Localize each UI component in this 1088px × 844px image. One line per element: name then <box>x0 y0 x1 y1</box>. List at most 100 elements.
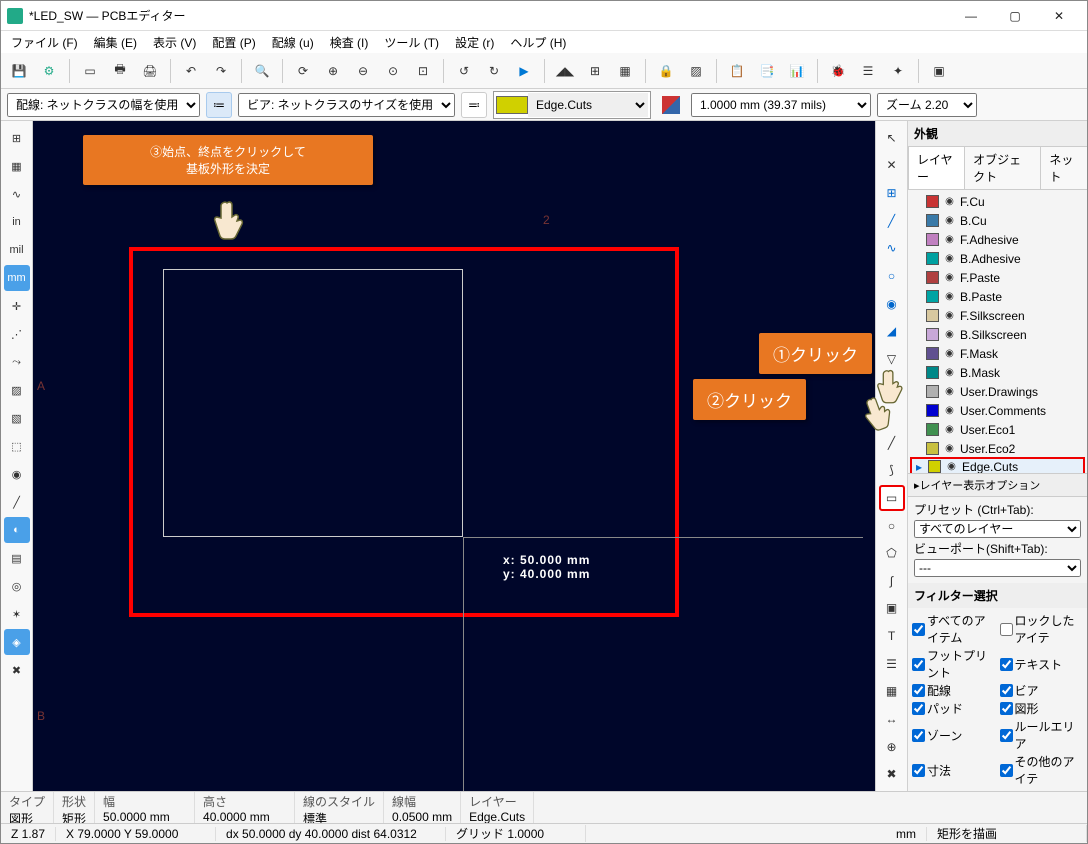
select-tool-icon[interactable]: ↖ <box>879 125 905 151</box>
filter-checkbox[interactable]: 配線 <box>912 682 996 699</box>
wrench-icon[interactable]: ✖ <box>4 657 30 683</box>
layer-row[interactable]: ◉F.Mask <box>908 344 1087 363</box>
layer-pair-icon[interactable] <box>657 91 685 119</box>
lock-icon[interactable]: 🔒 <box>652 57 680 85</box>
filter-checkbox[interactable]: ビア <box>1000 682 1084 699</box>
textbox-tool-icon[interactable]: ☰ <box>879 651 905 677</box>
menu-item[interactable]: ツール (T) <box>378 32 445 53</box>
image-tool-icon[interactable]: ▣ <box>879 596 905 622</box>
zoom-in-icon[interactable]: ⊕ <box>319 57 347 85</box>
diff-icon[interactable]: ✦ <box>884 57 912 85</box>
ratsnest-toggle-icon[interactable]: ⋰ <box>4 321 30 347</box>
ratsnest-icon[interactable]: ⊞ <box>581 57 609 85</box>
tab-nets[interactable]: ネット <box>1040 146 1087 189</box>
eye-icon[interactable]: ◉ <box>943 404 956 417</box>
cursor-icon[interactable]: ✛ <box>4 293 30 319</box>
route-track-icon[interactable]: ╱ <box>879 208 905 234</box>
grid-dots-icon[interactable]: ⊞ <box>4 125 30 151</box>
layer-row[interactable]: ◉F.Paste <box>908 268 1087 287</box>
fill-icon[interactable]: ▨ <box>682 57 710 85</box>
eye-icon[interactable]: ◉ <box>943 214 956 227</box>
layer-row[interactable]: ◉User.Comments <box>908 401 1087 420</box>
filter-checkbox[interactable]: 図形 <box>1000 700 1084 717</box>
layer-row[interactable]: ◉User.Eco1 <box>908 420 1087 439</box>
zone-outline-icon[interactable]: ▧ <box>4 405 30 431</box>
filter-checkbox[interactable]: ルールエリア <box>1000 718 1084 752</box>
poly-tool-icon[interactable]: ⬠ <box>879 540 905 566</box>
eye-icon[interactable]: ◉ <box>943 290 956 303</box>
layer-row[interactable]: ◉User.Drawings <box>908 382 1087 401</box>
bezier-tool-icon[interactable]: ∫ <box>879 568 905 594</box>
status-unit[interactable]: mm <box>886 827 927 841</box>
undo-icon[interactable]: ↶ <box>177 57 205 85</box>
zoom-out-icon[interactable]: ⊖ <box>349 57 377 85</box>
rotate-ccw-icon[interactable]: ↺ <box>450 57 478 85</box>
eye-icon[interactable]: ◉ <box>943 233 956 246</box>
tab-layers[interactable]: レイヤー <box>908 146 965 189</box>
snap-icon[interactable]: ✶ <box>4 601 30 627</box>
list-icon[interactable]: ☰ <box>854 57 882 85</box>
eye-icon[interactable]: ◉ <box>943 271 956 284</box>
redo-icon[interactable]: ↷ <box>207 57 235 85</box>
net-inspect-icon[interactable]: ◎ <box>4 573 30 599</box>
inch-icon[interactable]: in <box>4 209 30 235</box>
route-diff-icon[interactable]: ∿ <box>879 236 905 262</box>
layer-row[interactable]: ▸◉Edge.Cuts <box>910 457 1085 473</box>
zone-tool-icon[interactable]: ◢ <box>879 318 905 344</box>
via-tool-icon[interactable]: ◉ <box>879 291 905 317</box>
minimize-button[interactable]: — <box>949 2 993 30</box>
maximize-button[interactable]: ▢ <box>993 2 1037 30</box>
canvas[interactable]: 2 A B x: 50.000 mm y: 40.000 mm ③始点、終点をク… <box>33 121 875 791</box>
plot-icon[interactable]: 🖨 <box>136 57 164 85</box>
status-grid[interactable]: グリッド 1.0000 <box>446 825 586 842</box>
layer-row[interactable]: ◉B.Cu <box>908 211 1087 230</box>
layer-row[interactable]: ◉B.Adhesive <box>908 249 1087 268</box>
track-outline-icon[interactable]: ╱ <box>4 489 30 515</box>
close-button[interactable]: ✕ <box>1037 2 1081 30</box>
tune-length-icon[interactable]: ○ <box>879 263 905 289</box>
menu-item[interactable]: 編集 (E) <box>88 32 143 53</box>
drc-icon[interactable]: 🐞 <box>824 57 852 85</box>
dimension-tool-icon[interactable]: ↔ <box>879 706 905 732</box>
eye-icon[interactable]: ◉ <box>943 366 956 379</box>
eye-icon[interactable]: ◉ <box>943 442 956 455</box>
local-ratsnest-icon[interactable]: ✕ <box>879 153 905 179</box>
layer-row[interactable]: ◉User.Eco2 <box>908 439 1087 458</box>
zoom-sel-icon[interactable]: ⊡ <box>409 57 437 85</box>
layer-row[interactable]: ◉F.Cu <box>908 192 1087 211</box>
eye-icon[interactable]: ◉ <box>945 460 958 473</box>
fp-editor-icon[interactable]: 📋 <box>723 57 751 85</box>
filter-checkbox[interactable]: ゾーン <box>912 718 996 752</box>
mirror-icon[interactable]: ◢◣ <box>551 57 579 85</box>
delete-tool-icon[interactable]: ✖ <box>879 762 905 788</box>
filter-checkbox[interactable]: ロックしたアイテ <box>1000 612 1084 646</box>
track-auto-icon[interactable]: ≔ <box>206 92 232 118</box>
zoom-select[interactable]: ズーム 2.20 <box>877 93 977 117</box>
print-icon[interactable]: 🖶 <box>106 57 134 85</box>
layer-row[interactable]: ◉B.Mask <box>908 363 1087 382</box>
layers-icon[interactable]: ◈ <box>4 629 30 655</box>
track-width-select[interactable]: 配線: ネットクラスの幅を使用 <box>7 93 200 117</box>
polar-icon[interactable]: ∿ <box>4 181 30 207</box>
menu-item[interactable]: 設定 (r) <box>449 32 500 53</box>
filter-checkbox[interactable]: フットプリント <box>912 647 996 681</box>
preset-select[interactable]: すべてのレイヤー <box>914 520 1081 538</box>
rotate-cw-icon[interactable]: ↻ <box>480 57 508 85</box>
pad-outline-icon[interactable]: ⬚ <box>4 433 30 459</box>
table-tool-icon[interactable]: ▦ <box>879 679 905 705</box>
tab-objects[interactable]: オブジェクト <box>964 146 1041 189</box>
eye-icon[interactable]: ◉ <box>943 328 956 341</box>
filter-checkbox[interactable]: すべてのアイテム <box>912 612 996 646</box>
layer-row[interactable]: ◉F.Silkscreen <box>908 306 1087 325</box>
zoom-fit-icon[interactable]: ⊙ <box>379 57 407 85</box>
filter-checkbox[interactable]: 寸法 <box>912 753 996 787</box>
search-icon[interactable]: 🔍 <box>248 57 276 85</box>
via-size-select[interactable]: ビア: ネットクラスのサイズを使用 <box>238 93 455 117</box>
grid-lines-icon[interactable]: ▦ <box>4 153 30 179</box>
settings-icon[interactable]: ⚙ <box>35 57 63 85</box>
layer-row[interactable]: ◉F.Adhesive <box>908 230 1087 249</box>
mm-icon[interactable]: mm <box>4 265 30 291</box>
play-icon[interactable]: ▶ <box>510 57 538 85</box>
origin-tool-icon[interactable]: ⊕ <box>879 734 905 760</box>
eye-icon[interactable]: ◉ <box>943 252 956 265</box>
